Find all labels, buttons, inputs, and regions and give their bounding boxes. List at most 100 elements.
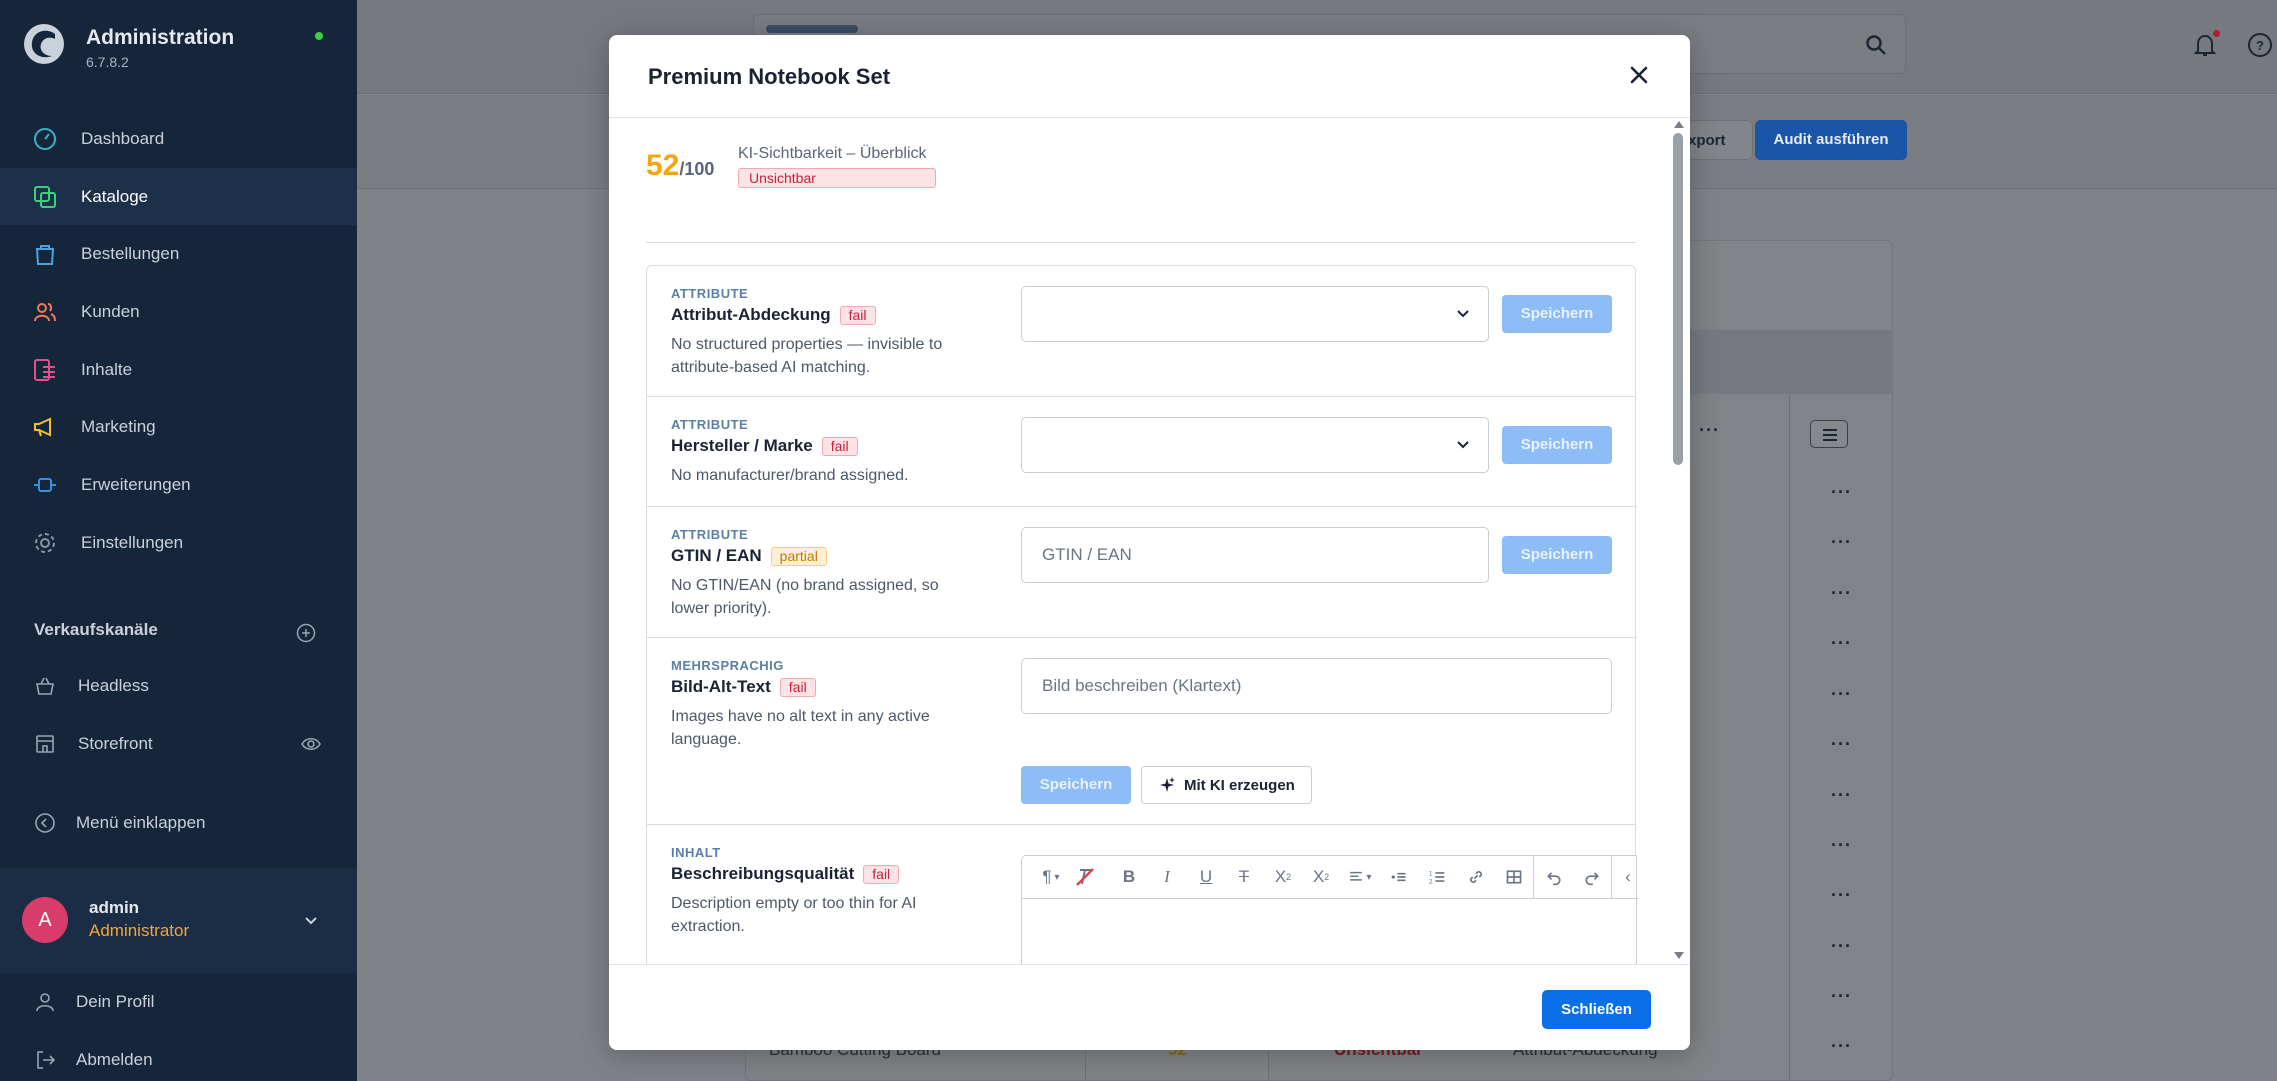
undo-icon[interactable] <box>1543 866 1565 888</box>
row-menu-icon[interactable]: ··· <box>1831 734 1852 755</box>
generate-with-ai-button[interactable]: Mit KI erzeugen <box>1141 766 1312 804</box>
superscript-icon[interactable]: X2 <box>1272 866 1294 888</box>
numbered-list-icon[interactable]: 12 <box>1426 866 1448 888</box>
nav-item-catalogs[interactable]: Kataloge <box>0 167 357 226</box>
save-button[interactable]: Speichern <box>1021 766 1131 804</box>
check-title: Beschreibungsqualität fail <box>671 864 900 884</box>
row-menu-icon[interactable]: ··· <box>1831 482 1852 503</box>
row-menu-icon[interactable]: ··· <box>1831 936 1852 957</box>
run-audit-button[interactable]: Audit ausführen <box>1755 120 1907 160</box>
scroll-up-arrow-icon[interactable] <box>1674 121 1684 128</box>
check-title: Attribut-Abdeckung fail <box>671 305 876 325</box>
eye-icon[interactable] <box>300 733 322 755</box>
nav-item-label: Bestellungen <box>81 244 180 264</box>
gtin-input[interactable]: GTIN / EAN <box>1021 527 1489 583</box>
redo-icon[interactable] <box>1581 866 1603 888</box>
check-category: INHALT <box>671 845 721 860</box>
divider <box>646 242 1636 243</box>
marketing-icon <box>34 417 51 437</box>
nav-item-label: Marketing <box>81 417 156 437</box>
collapse-icon <box>35 813 55 833</box>
row-menu-icon[interactable]: ··· <box>1831 986 1852 1007</box>
row-menu-icon[interactable]: ··· <box>1831 583 1852 604</box>
channel-storefront[interactable]: Storefront <box>34 729 153 759</box>
app-logo-icon <box>24 24 64 64</box>
nav-item-extensions[interactable]: Erweiterungen <box>0 456 357 514</box>
check-gtin: ATTRIBUTE GTIN / EAN partial No GTIN/EAN… <box>647 507 1635 638</box>
row-menu-icon[interactable]: ··· <box>1831 684 1852 705</box>
nav-item-label: Inhalte <box>81 359 133 379</box>
attribute-select[interactable] <box>1021 286 1489 342</box>
strikethrough-icon[interactable]: T <box>1233 866 1255 888</box>
chevron-down-icon <box>1457 441 1469 449</box>
user-panel[interactable]: A admin Administrator <box>0 868 357 973</box>
row-menu-icon[interactable]: ··· <box>1831 633 1852 654</box>
column-settings-button[interactable] <box>1810 420 1848 448</box>
search-icon[interactable] <box>1865 34 1887 56</box>
nav-item-settings[interactable]: Einstellungen <box>0 514 357 572</box>
chevron-down-icon <box>1457 310 1469 318</box>
modal-scrollbar[interactable] <box>1670 119 1686 964</box>
user-role: Administrator <box>89 921 190 940</box>
visibility-score: 52/100 <box>646 149 714 183</box>
status-badge: fail <box>779 677 816 697</box>
modal-body: 52/100 KI-Sichtbarkeit – Überblick Unsic… <box>609 119 1690 964</box>
save-button[interactable]: Speichern <box>1502 426 1612 464</box>
channel-headless[interactable]: Headless <box>34 671 149 701</box>
row-menu-icon[interactable]: ··· <box>1831 532 1852 553</box>
check-description: No GTIN/EAN (no brand assigned, so lower… <box>671 577 939 617</box>
customers-icon <box>34 302 56 322</box>
nav-item-content[interactable]: Inhalte <box>0 341 357 399</box>
save-button[interactable]: Speichern <box>1502 536 1612 574</box>
row-menu-icon[interactable]: ··· <box>1831 835 1852 856</box>
bullet-list-icon[interactable] <box>1388 866 1410 888</box>
add-sales-channel-icon[interactable] <box>296 623 316 643</box>
collapse-menu-button[interactable]: Menü einklappen <box>34 812 205 834</box>
subscript-icon[interactable]: X2 <box>1310 866 1332 888</box>
nav-item-customers[interactable]: Kunden <box>0 283 357 341</box>
alt-text-input[interactable]: Bild beschreiben (Klartext) <box>1021 658 1612 714</box>
row-menu-icon[interactable]: ··· <box>1831 885 1852 906</box>
app-version: 6.7.8.2 <box>86 54 129 70</box>
chevron-down-icon[interactable] <box>300 910 322 932</box>
check-attribute-coverage: ATTRIBUTE Attribut-Abdeckung fail No str… <box>647 266 1635 397</box>
nav-item-orders[interactable]: Bestellungen <box>0 225 357 283</box>
svg-text:1: 1 <box>1429 870 1433 877</box>
row-menu-icon[interactable]: ··· <box>1831 1036 1852 1057</box>
basket-icon <box>36 677 54 695</box>
logout-icon <box>37 1051 56 1069</box>
column-menu-icon[interactable]: ··· <box>1699 420 1720 441</box>
close-modal-button[interactable]: Schließen <box>1542 990 1651 1029</box>
help-icon[interactable]: ? <box>2247 32 2273 58</box>
scroll-down-arrow-icon[interactable] <box>1674 952 1684 959</box>
clear-format-icon[interactable] <box>1074 866 1096 888</box>
underline-icon[interactable]: U <box>1195 866 1217 888</box>
check-category: ATTRIBUTE <box>671 527 749 542</box>
italic-icon[interactable]: I <box>1156 866 1178 888</box>
row-menu-icon[interactable]: ··· <box>1831 785 1852 806</box>
logout-link[interactable]: Abmelden <box>34 1049 153 1071</box>
code-view-icon[interactable]: ‹ <box>1620 866 1636 888</box>
bold-icon[interactable]: B <box>1118 866 1140 888</box>
nav-item-label: Dashboard <box>81 128 165 148</box>
sparkle-icon <box>1160 777 1175 792</box>
close-icon[interactable] <box>1626 62 1652 88</box>
scrollbar-thumb[interactable] <box>1673 133 1683 465</box>
profile-link[interactable]: Dein Profil <box>34 991 154 1013</box>
align-icon[interactable]: ▾ <box>1343 866 1377 888</box>
paragraph-format-icon[interactable]: ¶ ▾ <box>1034 866 1068 888</box>
manufacturer-select[interactable] <box>1021 417 1489 473</box>
score-max: /100 <box>679 159 715 179</box>
check-title-text: Beschreibungsqualität <box>671 864 855 883</box>
search-chip <box>766 25 858 33</box>
link-icon[interactable] <box>1465 866 1487 888</box>
main-nav: Dashboard Kataloge Bestellungen Kunden I… <box>0 110 357 572</box>
table-icon[interactable] <box>1503 866 1525 888</box>
nav-item-dashboard[interactable]: Dashboard <box>0 110 357 168</box>
avatar: A <box>22 897 68 943</box>
description-editor[interactable]: ¶ ▾ B I U T X2 X2 ▾ 1 2 ‹ <box>1021 855 1638 964</box>
catalog-icon <box>34 185 56 208</box>
save-button[interactable]: Speichern <box>1502 295 1612 333</box>
check-manufacturer: ATTRIBUTE Hersteller / Marke fail No man… <box>647 397 1635 507</box>
nav-item-marketing[interactable]: Marketing <box>0 398 357 456</box>
